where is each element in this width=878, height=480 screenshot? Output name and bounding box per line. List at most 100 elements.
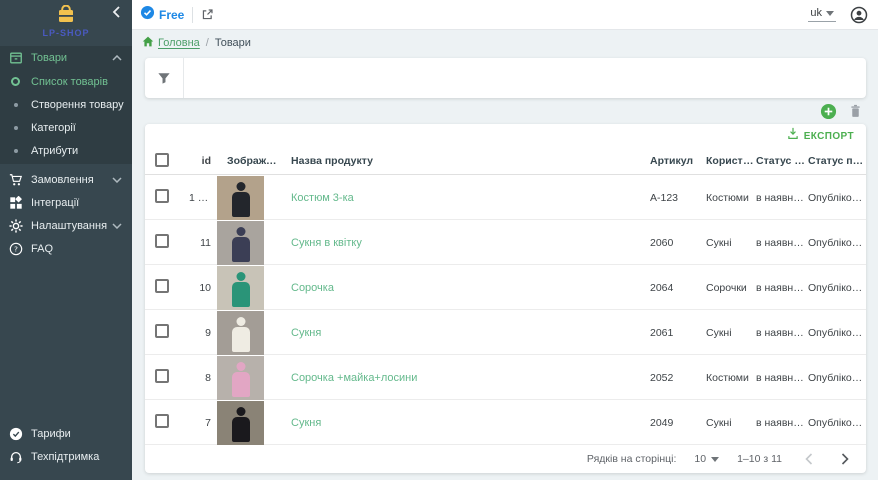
sidebar-item-orders[interactable]: Замовлення bbox=[0, 168, 132, 191]
row-publication: Опубліковано bbox=[808, 237, 864, 249]
row-id: 8 bbox=[189, 372, 217, 384]
shop-bag-icon bbox=[56, 5, 76, 27]
export-row: ЕКСПОРТ bbox=[145, 124, 866, 148]
sidebar-collapse-icon[interactable] bbox=[108, 4, 124, 20]
row-availability: в наявності bbox=[756, 372, 808, 384]
app-window: LP-SHOP Товари Список то bbox=[0, 0, 878, 480]
row-checkbox[interactable] bbox=[155, 369, 169, 383]
export-label: ЕКСПОРТ bbox=[804, 131, 854, 142]
product-link[interactable]: Сукня в квітку bbox=[291, 237, 362, 249]
breadcrumb-home-link[interactable]: Головна bbox=[142, 36, 200, 50]
product-link[interactable]: Костюм 3-ка bbox=[291, 192, 354, 204]
row-checkbox[interactable] bbox=[155, 189, 169, 203]
language-select[interactable]: uk bbox=[808, 7, 836, 22]
topbar-divider bbox=[192, 7, 193, 23]
previous-page-icon[interactable] bbox=[800, 450, 818, 468]
next-page-icon[interactable] bbox=[836, 450, 854, 468]
table-row: 8 Сорочка +майка+лосини 2052 Костюми в н… bbox=[145, 355, 866, 400]
row-availability: в наявності bbox=[756, 282, 808, 294]
row-sku: 2061 bbox=[650, 327, 706, 339]
row-publication: Опубліковано bbox=[808, 327, 864, 339]
col-availability: Статус ная… bbox=[756, 155, 808, 167]
table-pagination: Рядків на сторінці: 10 1–10 з 11 bbox=[145, 445, 866, 473]
download-icon bbox=[787, 127, 799, 145]
col-name: Назва продукту bbox=[281, 155, 650, 167]
product-image[interactable] bbox=[217, 266, 264, 310]
sidebar-footer: Тарифи Техпідтримка bbox=[0, 422, 132, 480]
account-icon[interactable] bbox=[850, 6, 868, 24]
sidebar-item-label: Створення товару bbox=[31, 99, 124, 111]
select-all-checkbox[interactable] bbox=[155, 153, 169, 167]
table-row: 7 Сукня 2049 Сукні в наявності Опубліков… bbox=[145, 400, 866, 445]
row-availability: в наявності bbox=[756, 237, 808, 249]
gear-icon bbox=[8, 218, 23, 233]
row-id: 1 001 bbox=[189, 192, 217, 204]
breadcrumb-current: Товари bbox=[215, 37, 251, 49]
product-image[interactable] bbox=[217, 311, 264, 355]
verified-badge-icon bbox=[140, 5, 155, 25]
bullet-icon bbox=[8, 103, 23, 107]
row-sku: 2049 bbox=[650, 417, 706, 429]
headset-icon bbox=[8, 449, 23, 464]
chevron-up-icon bbox=[112, 55, 122, 61]
sidebar-item-create-product[interactable]: Створення товару bbox=[0, 93, 132, 116]
row-category: Костюми bbox=[706, 192, 756, 204]
sidebar-item-product-list[interactable]: Список товарів bbox=[0, 70, 132, 93]
row-checkbox[interactable] bbox=[155, 324, 169, 338]
rows-per-page-value: 10 bbox=[694, 453, 706, 465]
content: ЕКСПОРТ id Зображення Назва продукту Арт… bbox=[132, 56, 878, 480]
sidebar-item-categories[interactable]: Категорії bbox=[0, 116, 132, 139]
row-sku: 2064 bbox=[650, 282, 706, 294]
topbar-right: uk bbox=[808, 6, 868, 24]
sidebar-item-tariffs[interactable]: Тарифи bbox=[0, 422, 132, 445]
row-checkbox[interactable] bbox=[155, 414, 169, 428]
pagination-range: 1–10 з 11 bbox=[737, 453, 782, 465]
sidebar-item-label: Техпідтримка bbox=[31, 451, 99, 463]
sidebar-group-products: Товари Список товарів Створення товару К… bbox=[0, 46, 132, 164]
plan-badge[interactable]: Free bbox=[140, 5, 184, 25]
product-link[interactable]: Сукня bbox=[291, 417, 321, 429]
sidebar-item-settings[interactable]: Налаштування bbox=[0, 214, 132, 237]
sidebar-item-label: Категорії bbox=[31, 122, 76, 134]
rows-per-page-select[interactable]: 10 bbox=[694, 453, 719, 465]
product-image[interactable] bbox=[217, 356, 264, 400]
row-checkbox[interactable] bbox=[155, 234, 169, 248]
col-image: Зображення bbox=[217, 155, 281, 167]
sidebar-item-attributes[interactable]: Атрибути bbox=[0, 139, 132, 162]
logo-text: LP-SHOP bbox=[42, 28, 89, 38]
row-sku: 2052 bbox=[650, 372, 706, 384]
sidebar-item-integrations[interactable]: Інтеграції bbox=[0, 191, 132, 214]
sidebar-item-faq[interactable]: ? FAQ bbox=[0, 237, 132, 260]
sidebar: LP-SHOP Товари Список то bbox=[0, 0, 132, 480]
product-link[interactable]: Сорочка bbox=[291, 282, 334, 294]
bullet-icon bbox=[8, 126, 23, 130]
cart-icon bbox=[8, 172, 23, 187]
product-link[interactable]: Сорочка +майка+лосини bbox=[291, 372, 417, 384]
product-image[interactable] bbox=[217, 176, 264, 220]
svg-text:?: ? bbox=[14, 244, 18, 253]
row-checkbox[interactable] bbox=[155, 279, 169, 293]
row-availability: в наявності bbox=[756, 327, 808, 339]
main-area: Free uk Головна bbox=[132, 0, 878, 480]
sidebar-nav: Товари Список товарів Створення товару К… bbox=[0, 46, 132, 260]
col-publication: Статус пуб… bbox=[808, 155, 864, 167]
export-button[interactable]: ЕКСПОРТ bbox=[787, 127, 854, 145]
filter-icon[interactable] bbox=[145, 58, 183, 98]
sidebar-item-label: Товари bbox=[31, 52, 67, 64]
sidebar-item-support[interactable]: Техпідтримка bbox=[0, 445, 132, 468]
help-icon: ? bbox=[8, 241, 23, 256]
breadcrumb: Головна / Товари bbox=[132, 30, 878, 56]
open-in-new-icon[interactable] bbox=[201, 8, 214, 21]
delete-icon[interactable] bbox=[849, 104, 862, 118]
sidebar-item-products[interactable]: Товари bbox=[0, 46, 132, 70]
product-image[interactable] bbox=[217, 401, 264, 445]
caret-down-icon bbox=[711, 457, 719, 462]
chevron-down-icon bbox=[112, 177, 122, 183]
sidebar-item-label: FAQ bbox=[31, 243, 53, 255]
product-link[interactable]: Сукня bbox=[291, 327, 321, 339]
product-image[interactable] bbox=[217, 221, 264, 265]
add-product-icon[interactable] bbox=[820, 103, 837, 120]
row-id: 10 bbox=[189, 282, 217, 294]
table-row: 9 Сукня 2061 Сукні в наявності Опубліков… bbox=[145, 310, 866, 355]
row-availability: в наявності bbox=[756, 417, 808, 429]
